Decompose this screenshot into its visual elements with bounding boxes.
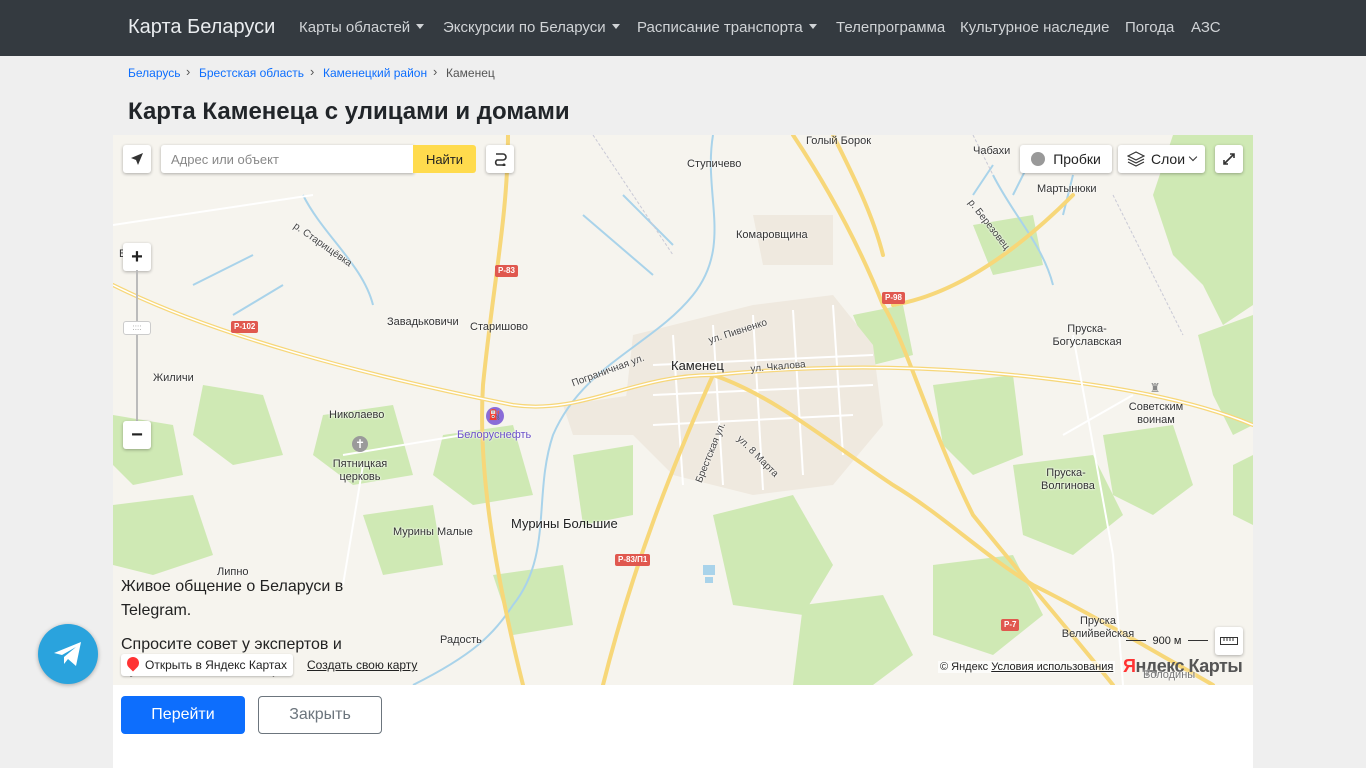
open-yandex-label: Открыть в Яндекс Картах	[145, 658, 287, 672]
action-panel: Перейти Закрыть	[113, 685, 1253, 768]
label-pruska-volginova: Пруска-Волгинова	[1041, 467, 1095, 492]
label-muriny-bolshie: Мурины Большие	[511, 516, 618, 531]
label-belorusneft: Белоруснефть	[457, 429, 532, 441]
fullscreen-button[interactable]	[1215, 145, 1243, 173]
zoom-slider-handle[interactable]: ::::	[123, 321, 151, 335]
label-nikolaevo: Николаево	[329, 409, 385, 421]
page-title: Карта Каменеца с улицами и домами	[128, 98, 570, 125]
church-icon[interactable]: ✝	[352, 436, 368, 452]
nav-item-transport[interactable]: Расписание транспорта	[637, 19, 817, 36]
road-badge-r83-p1: Р-83/П1	[615, 554, 651, 566]
label-pyatnitskaya-church: Пятницкая церковь	[332, 458, 388, 483]
find-button[interactable]: Найти	[413, 145, 476, 173]
gas-station-icon[interactable]: ⛽	[486, 407, 504, 425]
breadcrumb-separator: ›	[310, 64, 315, 79]
geolocation-button[interactable]	[123, 145, 151, 173]
road-badge-r98: Р-98	[882, 292, 905, 304]
breadcrumb-item-current: Каменец	[446, 66, 495, 80]
nav-item-label: Расписание транспорта	[637, 19, 803, 36]
label-stupichevo: Ступичево	[687, 158, 742, 170]
scale-bar: 900 м	[1126, 633, 1208, 649]
ruler-button[interactable]	[1215, 627, 1243, 655]
breadcrumb-item-belarus[interactable]: Беларусь	[128, 66, 180, 80]
chevron-down-icon	[808, 24, 817, 29]
road-badge-r7: Р-7	[1001, 619, 1020, 631]
chevron-down-icon	[1188, 152, 1198, 162]
zoom-out-button[interactable]: −	[123, 421, 151, 449]
nav-item-excursions[interactable]: Экскурсии по Беларуси	[443, 19, 620, 36]
nav-item-tv[interactable]: Телепрограмма	[836, 19, 945, 36]
breadcrumb-separator: ›	[186, 64, 191, 79]
expand-icon	[1223, 153, 1235, 165]
road-badge-r83: Р-83	[495, 265, 518, 277]
route-button[interactable]	[486, 145, 514, 173]
route-icon	[494, 153, 507, 166]
layers-icon	[1126, 151, 1145, 167]
label-volodyny: Володины	[1143, 669, 1196, 681]
traffic-button[interactable]: Пробки	[1020, 145, 1112, 173]
label-kamenets: Каменец	[671, 358, 724, 373]
label-zhilichi: Жиличи	[153, 372, 194, 384]
scale-line-left	[1126, 640, 1146, 641]
brand-link[interactable]: Карта Беларуси	[128, 16, 275, 39]
terms-link[interactable]: Условия использования	[991, 661, 1113, 673]
close-button[interactable]: Закрыть	[258, 696, 382, 734]
label-muriny-malye: Мурины Малые	[393, 526, 473, 538]
label-martynyuki: Мартынюки	[1037, 183, 1097, 195]
breadcrumb-separator: ›	[433, 64, 438, 79]
layers-label: Слои	[1150, 151, 1186, 167]
search-input[interactable]	[161, 145, 414, 173]
open-yandex-maps-button[interactable]: Открыть в Яндекс Картах	[121, 654, 293, 676]
road-badge-r102: Р-102	[231, 321, 259, 333]
telegram-button[interactable]	[38, 624, 98, 684]
nav-item-gas[interactable]: АЗС	[1191, 19, 1221, 36]
logo-letter: Я	[1123, 656, 1136, 676]
label-sovetskim-voinam: Советским воинам	[1128, 401, 1184, 426]
create-map-link[interactable]: Создать свою карту	[307, 658, 417, 672]
label-komarovshchina: Комаровщина	[736, 229, 808, 241]
nav-item-weather[interactable]: Погода	[1125, 19, 1174, 36]
breadcrumb-item-district[interactable]: Каменецкий район	[323, 66, 427, 80]
traffic-icon	[1031, 152, 1046, 166]
nav-item-heritage[interactable]: Культурное наследие	[960, 19, 1110, 36]
layers-button[interactable]: Слои	[1118, 145, 1205, 173]
map-pin-icon	[124, 654, 142, 672]
chevron-down-icon	[611, 24, 620, 29]
chevron-down-icon	[416, 24, 425, 29]
monument-icon[interactable]: ♜	[1149, 381, 1161, 395]
go-button[interactable]: Перейти	[121, 696, 245, 734]
map-canvas[interactable]: Голый Борок Чабахи Ступичево Мартынюки К…	[113, 135, 1253, 685]
nav-item-label: Карты областей	[299, 19, 411, 36]
zoom-slider-track[interactable]	[136, 270, 138, 425]
scale-line-right	[1188, 640, 1208, 641]
zoom-in-button[interactable]: +	[123, 243, 151, 271]
navbar: Карта Беларуси Карты областей Экскурсии …	[0, 0, 1366, 56]
telegram-promo-text: Живое общение о Беларуси в Telegram.	[121, 578, 344, 619]
label-starishovo: Старишово	[470, 321, 529, 333]
telegram-icon	[54, 642, 81, 666]
breadcrumb-item-region[interactable]: Брестская область	[199, 66, 304, 80]
label-radost: Радость	[440, 634, 482, 646]
label-chabakhi: Чабахи	[973, 145, 1011, 157]
copyright: © Яндекс Условия использования	[938, 661, 1116, 673]
scale-label: 900 м	[1152, 635, 1182, 647]
label-pruska-boguslavskaya: Пруска-Богуславская	[1052, 323, 1122, 348]
location-arrow-icon	[131, 153, 143, 165]
nav-item-region-maps[interactable]: Карты областей	[299, 19, 425, 36]
label-zavadkovichi: Завадьковичи	[387, 316, 459, 328]
traffic-label: Пробки	[1053, 151, 1101, 167]
ruler-icon	[1220, 637, 1238, 645]
nav-item-label: Экскурсии по Беларуси	[443, 19, 606, 36]
label-pruska-veliveiskaya: Пруска Велийвейская	[1061, 615, 1135, 640]
label-golyi-borok: Голый Борок	[806, 135, 872, 147]
copyright-text: © Яндекс	[940, 661, 989, 673]
